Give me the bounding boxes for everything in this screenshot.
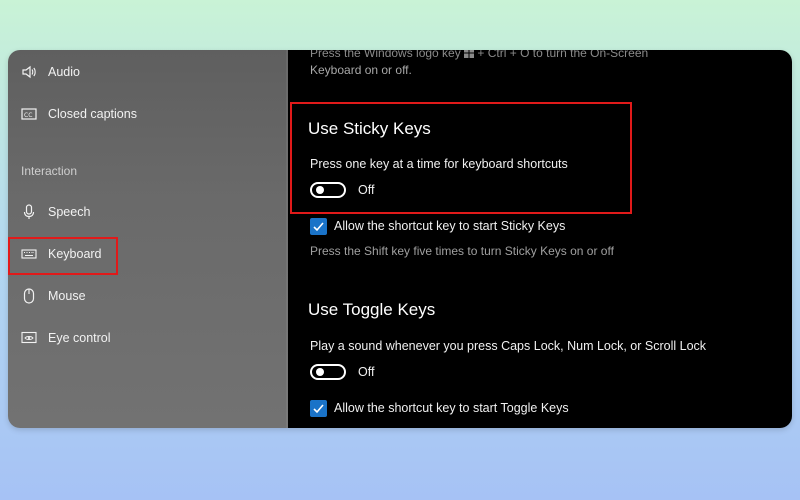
closed-captions-icon: CC bbox=[20, 105, 38, 123]
toggle-knob bbox=[316, 368, 324, 376]
mouse-icon bbox=[20, 287, 38, 305]
sidebar-item-label: Speech bbox=[48, 205, 91, 219]
sticky-keys-shortcut-label: Allow the shortcut key to start Sticky K… bbox=[334, 219, 566, 233]
toggle-keys-description: Play a sound whenever you press Caps Loc… bbox=[310, 339, 707, 353]
toggle-keys-shortcut-checkbox[interactable] bbox=[310, 400, 327, 417]
settings-window: Audio CC Closed captions Interaction Spe… bbox=[8, 50, 792, 428]
sticky-keys-toggle-state: Off bbox=[358, 183, 375, 197]
toggle-keys-toggle[interactable] bbox=[310, 364, 346, 380]
onscreen-keyboard-hint: Press the Windows logo key + Ctrl + O to… bbox=[310, 50, 648, 61]
eye-control-icon bbox=[20, 329, 38, 347]
toggle-knob bbox=[316, 186, 324, 194]
sidebar-item-speech[interactable]: Speech bbox=[8, 192, 288, 232]
hint-text-part1: Press the Windows logo key bbox=[310, 50, 461, 60]
keyboard-highlight-box bbox=[8, 237, 118, 275]
sidebar-item-label: Audio bbox=[48, 65, 80, 79]
sidebar-item-audio[interactable]: Audio bbox=[8, 52, 288, 92]
onscreen-keyboard-hint-line2: Keyboard on or off. bbox=[310, 63, 412, 77]
sidebar-item-eye-control[interactable]: Eye control bbox=[8, 318, 288, 358]
section-label-interaction: Interaction bbox=[21, 164, 78, 178]
windows-logo-icon bbox=[464, 50, 475, 61]
sticky-keys-hint: Press the Shift key five times to turn S… bbox=[310, 244, 614, 258]
svg-text:CC: CC bbox=[24, 112, 32, 119]
toggle-keys-title: Use Toggle Keys bbox=[308, 300, 436, 319]
sidebar-item-label: Eye control bbox=[48, 331, 111, 345]
sidebar-item-label: Closed captions bbox=[48, 107, 137, 121]
sticky-keys-shortcut-checkbox[interactable] bbox=[310, 218, 327, 235]
checkmark-icon bbox=[313, 222, 324, 232]
checkmark-icon bbox=[313, 404, 324, 414]
toggle-keys-toggle-state: Off bbox=[358, 365, 375, 379]
content-pane: Press the Windows logo key + Ctrl + O to… bbox=[288, 50, 792, 428]
sticky-keys-description: Press one key at a time for keyboard sho… bbox=[310, 157, 568, 171]
toggle-keys-shortcut-label: Allow the shortcut key to start Toggle K… bbox=[334, 401, 569, 415]
sticky-keys-title: Use Sticky Keys bbox=[308, 119, 431, 138]
hint-text-part2: + Ctrl + O to turn the On-Screen bbox=[477, 50, 649, 60]
sidebar-item-closed-captions[interactable]: CC Closed captions bbox=[8, 94, 288, 134]
microphone-icon bbox=[20, 203, 38, 221]
sidebar: Audio CC Closed captions Interaction Spe… bbox=[8, 50, 288, 428]
sticky-keys-toggle[interactable] bbox=[310, 182, 346, 198]
sidebar-item-label: Mouse bbox=[48, 289, 86, 303]
speaker-icon bbox=[20, 63, 38, 81]
sidebar-item-mouse[interactable]: Mouse bbox=[8, 276, 288, 316]
